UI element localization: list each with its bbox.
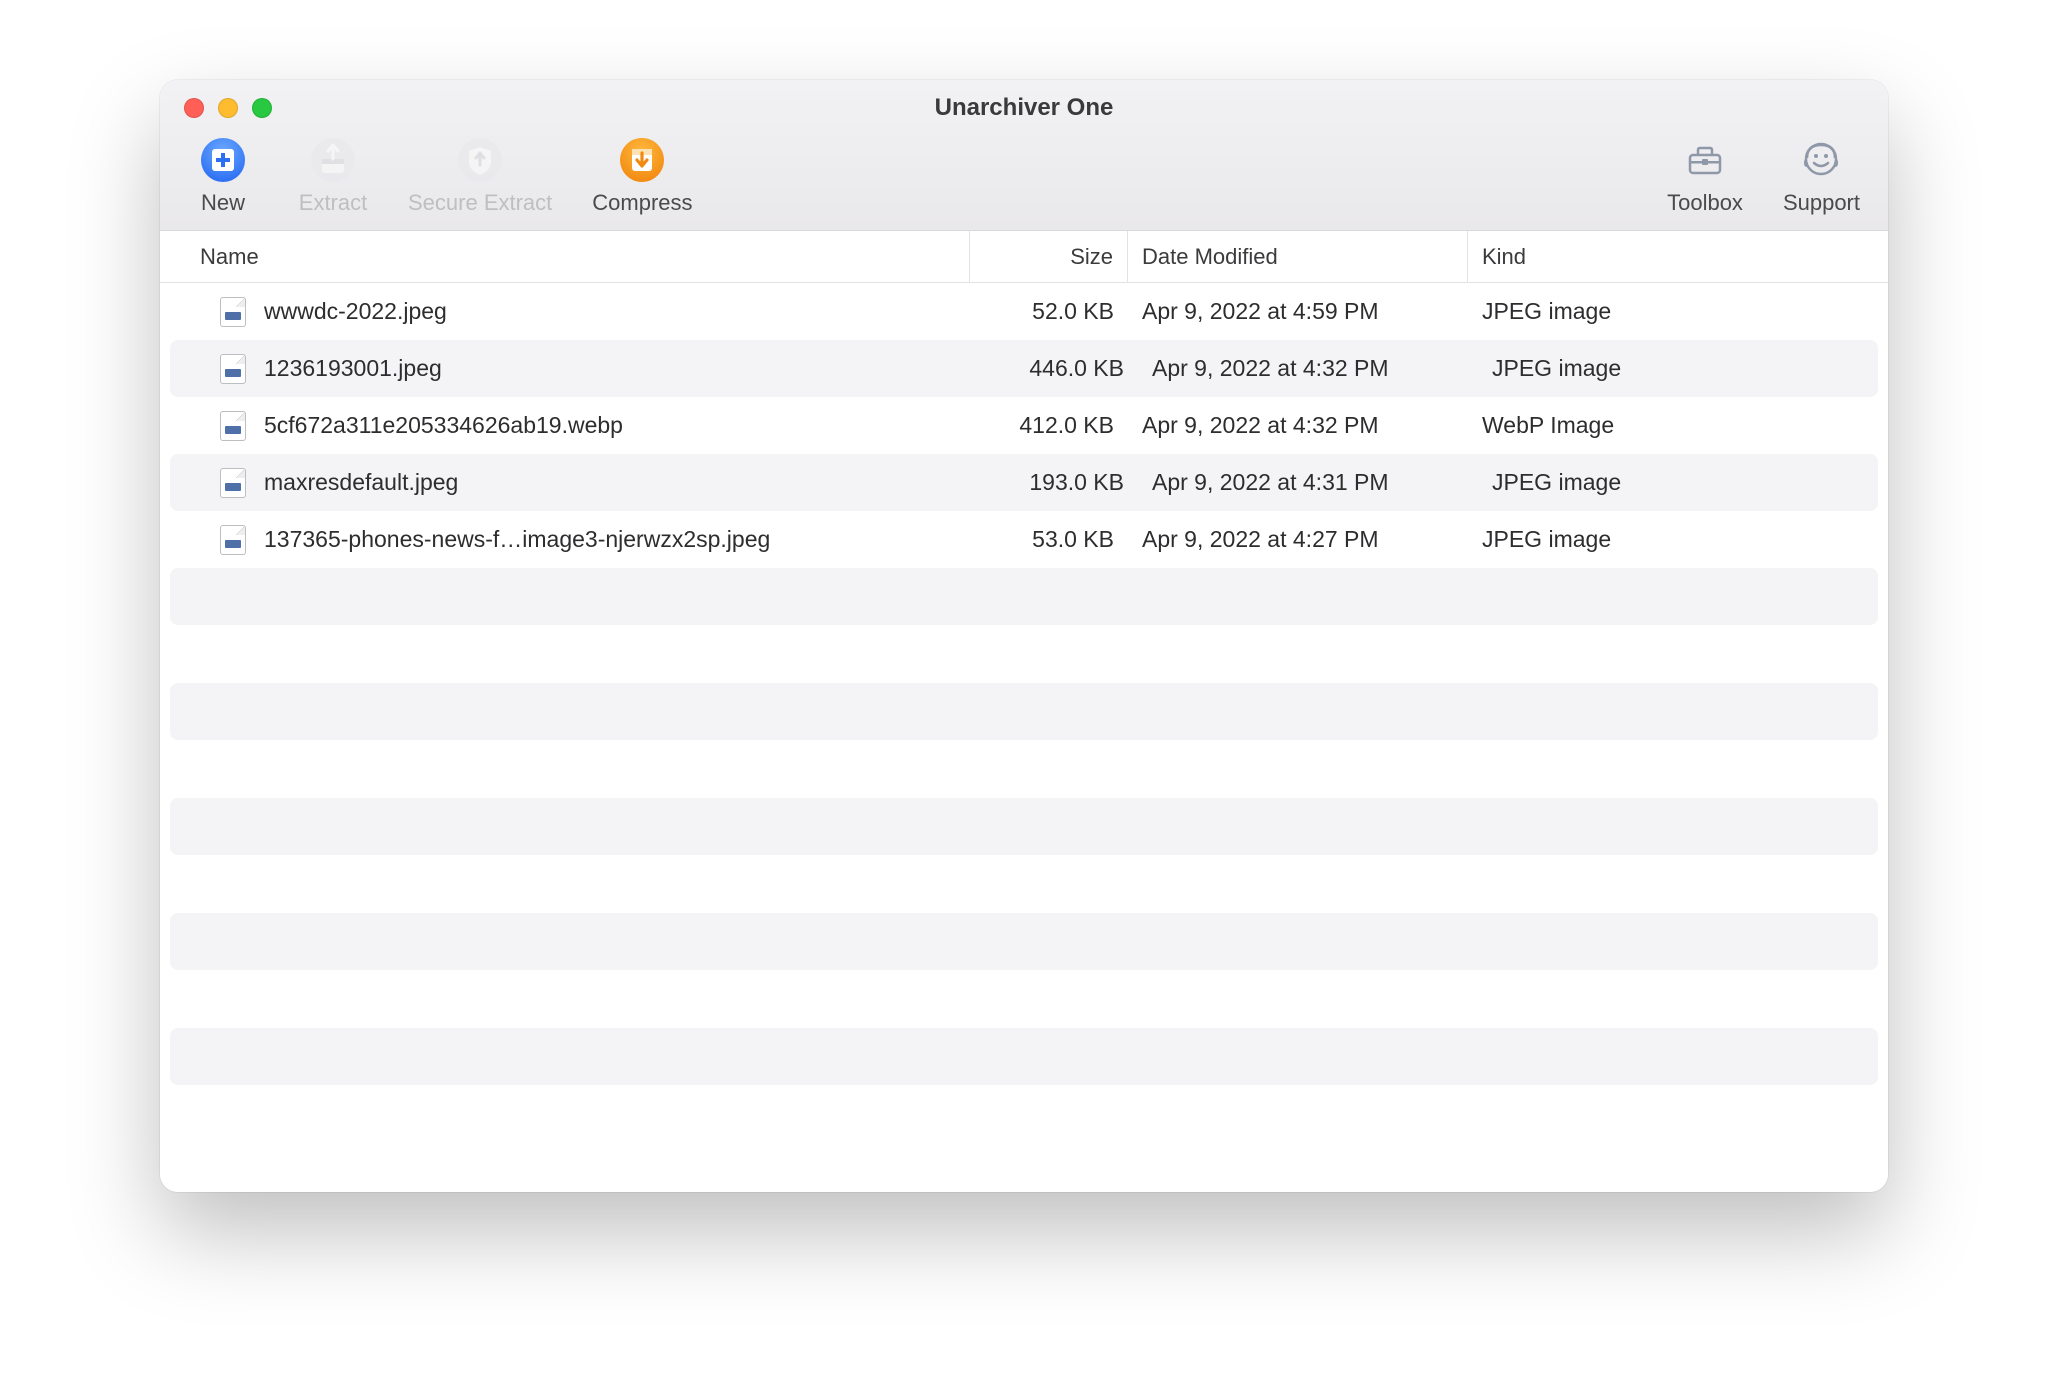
table-row[interactable]: wwwdc-2022.jpeg 52.0 KB Apr 9, 2022 at 4… xyxy=(160,283,1888,340)
secure-extract-icon xyxy=(456,136,504,184)
window-controls xyxy=(160,98,272,118)
table-row[interactable]: 5cf672a311e205334626ab19.webp 412.0 KB A… xyxy=(160,397,1888,454)
file-icon xyxy=(220,297,246,327)
file-icon xyxy=(220,468,246,498)
file-icon xyxy=(220,354,246,384)
table-row xyxy=(170,1028,1878,1085)
new-button[interactable]: New xyxy=(188,136,258,216)
file-date: Apr 9, 2022 at 4:59 PM xyxy=(1128,298,1468,325)
minimize-icon[interactable] xyxy=(218,98,238,118)
file-date: Apr 9, 2022 at 4:32 PM xyxy=(1138,355,1478,382)
table-row xyxy=(170,683,1878,740)
column-date[interactable]: Date Modified xyxy=(1128,231,1468,282)
file-size: 193.0 KB xyxy=(980,469,1138,496)
file-icon xyxy=(220,525,246,555)
file-name: 137365-phones-news-f…image3-njerwzx2sp.j… xyxy=(264,526,770,553)
toolbox-label: Toolbox xyxy=(1667,190,1743,216)
toolbox-icon xyxy=(1681,136,1729,184)
table-row xyxy=(170,913,1878,970)
extract-icon xyxy=(309,136,357,184)
column-size[interactable]: Size xyxy=(970,231,1128,282)
table-row xyxy=(160,855,1888,913)
toolbar: New Extract xyxy=(160,136,1888,230)
new-icon xyxy=(199,136,247,184)
support-button[interactable]: Support xyxy=(1783,136,1860,216)
secure-extract-label: Secure Extract xyxy=(408,190,552,216)
file-kind: JPEG image xyxy=(1478,469,1878,496)
window-title: Unarchiver One xyxy=(160,94,1888,122)
table-row xyxy=(160,970,1888,1028)
table-row[interactable]: 137365-phones-news-f…image3-njerwzx2sp.j… xyxy=(160,511,1888,568)
support-label: Support xyxy=(1783,190,1860,216)
new-label: New xyxy=(201,190,245,216)
app-window: Unarchiver One xyxy=(160,80,1888,1192)
file-kind: JPEG image xyxy=(1468,526,1888,553)
table-row[interactable]: maxresdefault.jpeg 193.0 KB Apr 9, 2022 … xyxy=(170,454,1878,511)
file-date: Apr 9, 2022 at 4:31 PM xyxy=(1138,469,1478,496)
fullscreen-icon[interactable] xyxy=(252,98,272,118)
file-kind: JPEG image xyxy=(1468,298,1888,325)
column-headers: Name Size Date Modified Kind xyxy=(160,231,1888,283)
file-kind: JPEG image xyxy=(1478,355,1878,382)
file-kind: WebP Image xyxy=(1468,412,1888,439)
file-size: 446.0 KB xyxy=(980,355,1138,382)
file-size: 53.0 KB xyxy=(970,526,1128,553)
file-size: 52.0 KB xyxy=(970,298,1128,325)
support-icon xyxy=(1797,136,1845,184)
column-name[interactable]: Name xyxy=(160,231,970,282)
table-row[interactable]: 1236193001.jpeg 446.0 KB Apr 9, 2022 at … xyxy=(170,340,1878,397)
close-icon[interactable] xyxy=(184,98,204,118)
column-kind[interactable]: Kind xyxy=(1468,231,1888,282)
table-row xyxy=(170,798,1878,855)
secure-extract-button: Secure Extract xyxy=(408,136,552,216)
compress-icon xyxy=(618,136,666,184)
titlebar: Unarchiver One xyxy=(160,80,1888,231)
table-row xyxy=(170,568,1878,625)
compress-button[interactable]: Compress xyxy=(592,136,692,216)
file-name: 5cf672a311e205334626ab19.webp xyxy=(264,412,623,439)
toolbox-button[interactable]: Toolbox xyxy=(1667,136,1743,216)
extract-button: Extract xyxy=(298,136,368,216)
file-size: 412.0 KB xyxy=(970,412,1128,439)
extract-label: Extract xyxy=(299,190,367,216)
file-list: wwwdc-2022.jpeg 52.0 KB Apr 9, 2022 at 4… xyxy=(160,283,1888,1192)
table-row xyxy=(160,740,1888,798)
file-icon xyxy=(220,411,246,441)
file-date: Apr 9, 2022 at 4:32 PM xyxy=(1128,412,1468,439)
file-name: 1236193001.jpeg xyxy=(264,355,442,382)
file-name: maxresdefault.jpeg xyxy=(264,469,458,496)
file-name: wwwdc-2022.jpeg xyxy=(264,298,447,325)
file-date: Apr 9, 2022 at 4:27 PM xyxy=(1128,526,1468,553)
compress-label: Compress xyxy=(592,190,692,216)
table-row xyxy=(160,625,1888,683)
